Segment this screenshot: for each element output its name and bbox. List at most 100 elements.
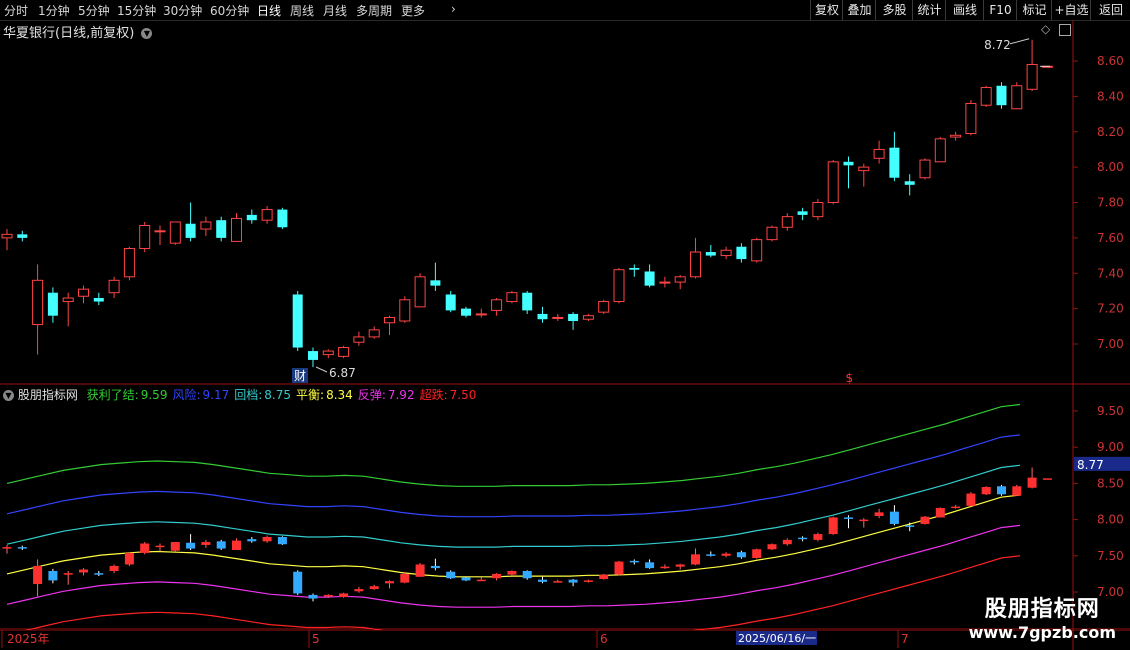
ind-candle-body bbox=[293, 571, 303, 594]
candle-body bbox=[17, 234, 28, 238]
candle-body bbox=[812, 202, 824, 218]
toolbar-button[interactable]: 标记 bbox=[1016, 0, 1052, 20]
candle-body bbox=[414, 276, 426, 308]
candle-body bbox=[1, 233, 13, 239]
ind-candle-body bbox=[201, 542, 211, 545]
candle-body bbox=[47, 292, 58, 316]
toolbar-button[interactable]: 统计 bbox=[912, 0, 946, 20]
candle-body bbox=[690, 251, 701, 278]
period-tab[interactable]: 多周期 bbox=[356, 2, 392, 19]
candle-body bbox=[904, 181, 915, 185]
ind-candle-body bbox=[767, 544, 777, 550]
ind-candle-body bbox=[522, 571, 532, 579]
ind-candle-body bbox=[339, 593, 349, 598]
period-toolbar: 分时 1分钟 5分钟 15分钟 30分钟 60分钟 日线 周线 月线 多周期 更多 › 复权 叠加 多股 统计… bbox=[0, 0, 1130, 21]
period-tab[interactable]: 15分钟 bbox=[117, 2, 156, 19]
period-tab[interactable]: 1分钟 bbox=[38, 2, 70, 19]
ind-candle-body bbox=[492, 573, 502, 579]
indicator-chart[interactable]: 9.509.008.508.007.507.008.77 bbox=[0, 385, 1130, 630]
ind-candle-body bbox=[844, 517, 853, 519]
candle-body bbox=[659, 281, 671, 284]
candle-body bbox=[552, 316, 564, 319]
toolbar-button[interactable]: 复权 bbox=[810, 0, 843, 20]
ind-candle-body bbox=[889, 511, 899, 524]
ind-candle-body bbox=[247, 539, 257, 542]
ind-candle-body bbox=[645, 562, 655, 569]
period-tab[interactable]: 更多 bbox=[401, 2, 425, 19]
period-tab[interactable]: 5分钟 bbox=[78, 2, 110, 19]
candle-body bbox=[93, 298, 104, 302]
candle-body bbox=[277, 209, 288, 228]
main-kline-chart[interactable]: 8.60 8.40 8.20 8.00 7.80 7.60 7.40 7.20 7.00 8.72… bbox=[0, 20, 1130, 385]
candle-body bbox=[430, 280, 441, 286]
candle-body bbox=[889, 147, 900, 178]
candle-body bbox=[139, 224, 151, 249]
ind-candle-body bbox=[935, 508, 945, 518]
period-tab[interactable]: 分时 bbox=[4, 2, 28, 19]
ind-candle-body bbox=[874, 512, 884, 516]
toolbar-button[interactable]: 多股 bbox=[875, 0, 913, 20]
period-tab[interactable]: 30分钟 bbox=[163, 2, 202, 19]
candle-body bbox=[475, 313, 487, 316]
indicator-tick-label: 8.50 bbox=[1097, 476, 1124, 490]
ind-candle-body bbox=[385, 581, 394, 584]
chevron-right-icon[interactable]: › bbox=[451, 2, 456, 16]
indicator-tick-label: 8.00 bbox=[1097, 513, 1124, 527]
candle-body bbox=[873, 148, 885, 159]
candle-body bbox=[78, 288, 89, 297]
candle-body bbox=[154, 230, 166, 233]
ind-candle-body bbox=[2, 547, 12, 549]
cursor-date-label: 2025/06/16/一 bbox=[738, 632, 816, 645]
ind-candle-body bbox=[33, 565, 43, 585]
price-tick-label: 7.20 bbox=[1097, 302, 1124, 316]
period-tab[interactable]: 周线 bbox=[290, 2, 314, 19]
candle-body bbox=[246, 214, 257, 221]
candle-body bbox=[629, 267, 640, 270]
ind-candle-body bbox=[170, 542, 180, 551]
ind-candle-body bbox=[660, 566, 670, 569]
toolbar-button[interactable]: 叠加 bbox=[842, 0, 876, 20]
candle-body bbox=[613, 269, 625, 303]
ind-candle-body bbox=[538, 579, 547, 582]
toolbar-button[interactable]: 返回 bbox=[1090, 0, 1130, 20]
finance-marker-label: 财 bbox=[294, 369, 306, 383]
candle-body bbox=[950, 134, 962, 138]
ind-candle-body bbox=[216, 541, 226, 549]
ind-candle-body bbox=[553, 581, 563, 583]
candle-body bbox=[751, 239, 763, 262]
ind-candle-body bbox=[48, 571, 58, 581]
watermark-line2: www.7gpzb.com bbox=[968, 623, 1116, 642]
date-tick-label: 6 bbox=[600, 632, 608, 646]
candle-body bbox=[568, 313, 579, 322]
candle-body bbox=[705, 252, 716, 256]
candle-body bbox=[934, 138, 946, 163]
ind-candle-body bbox=[430, 565, 440, 569]
ind-candle-body bbox=[507, 571, 517, 575]
ind-candle-body bbox=[583, 580, 593, 582]
candle-body bbox=[720, 249, 732, 257]
period-tab[interactable]: 月线 bbox=[323, 2, 347, 19]
ind-candle-body bbox=[94, 573, 104, 575]
ind-candle-body bbox=[461, 577, 471, 581]
ind-candle-body bbox=[966, 493, 976, 506]
candle-body bbox=[537, 313, 548, 320]
toolbar-button[interactable]: F10 bbox=[983, 0, 1017, 20]
ind-candle-body bbox=[614, 561, 624, 575]
price-tick-label: 8.60 bbox=[1097, 54, 1124, 68]
ind-candle-body bbox=[920, 516, 930, 524]
candle-body bbox=[292, 294, 303, 348]
ind-candle-body bbox=[308, 594, 318, 599]
ind-candle-body bbox=[277, 536, 287, 545]
dividend-marker[interactable]: $ bbox=[846, 371, 854, 385]
high-label: 8.72 bbox=[984, 38, 1011, 52]
ind-candle-body bbox=[752, 549, 762, 558]
candle-body bbox=[445, 294, 456, 311]
period-tab[interactable]: 日线 bbox=[257, 2, 281, 19]
toolbar-button[interactable]: +自选 bbox=[1051, 0, 1091, 20]
ind-candle-body bbox=[186, 542, 196, 549]
candle-body bbox=[1011, 85, 1023, 110]
candle-body bbox=[32, 279, 44, 326]
candle-body bbox=[781, 216, 793, 228]
period-tab[interactable]: 60分钟 bbox=[210, 2, 249, 19]
toolbar-button[interactable]: 画线 bbox=[945, 0, 984, 20]
